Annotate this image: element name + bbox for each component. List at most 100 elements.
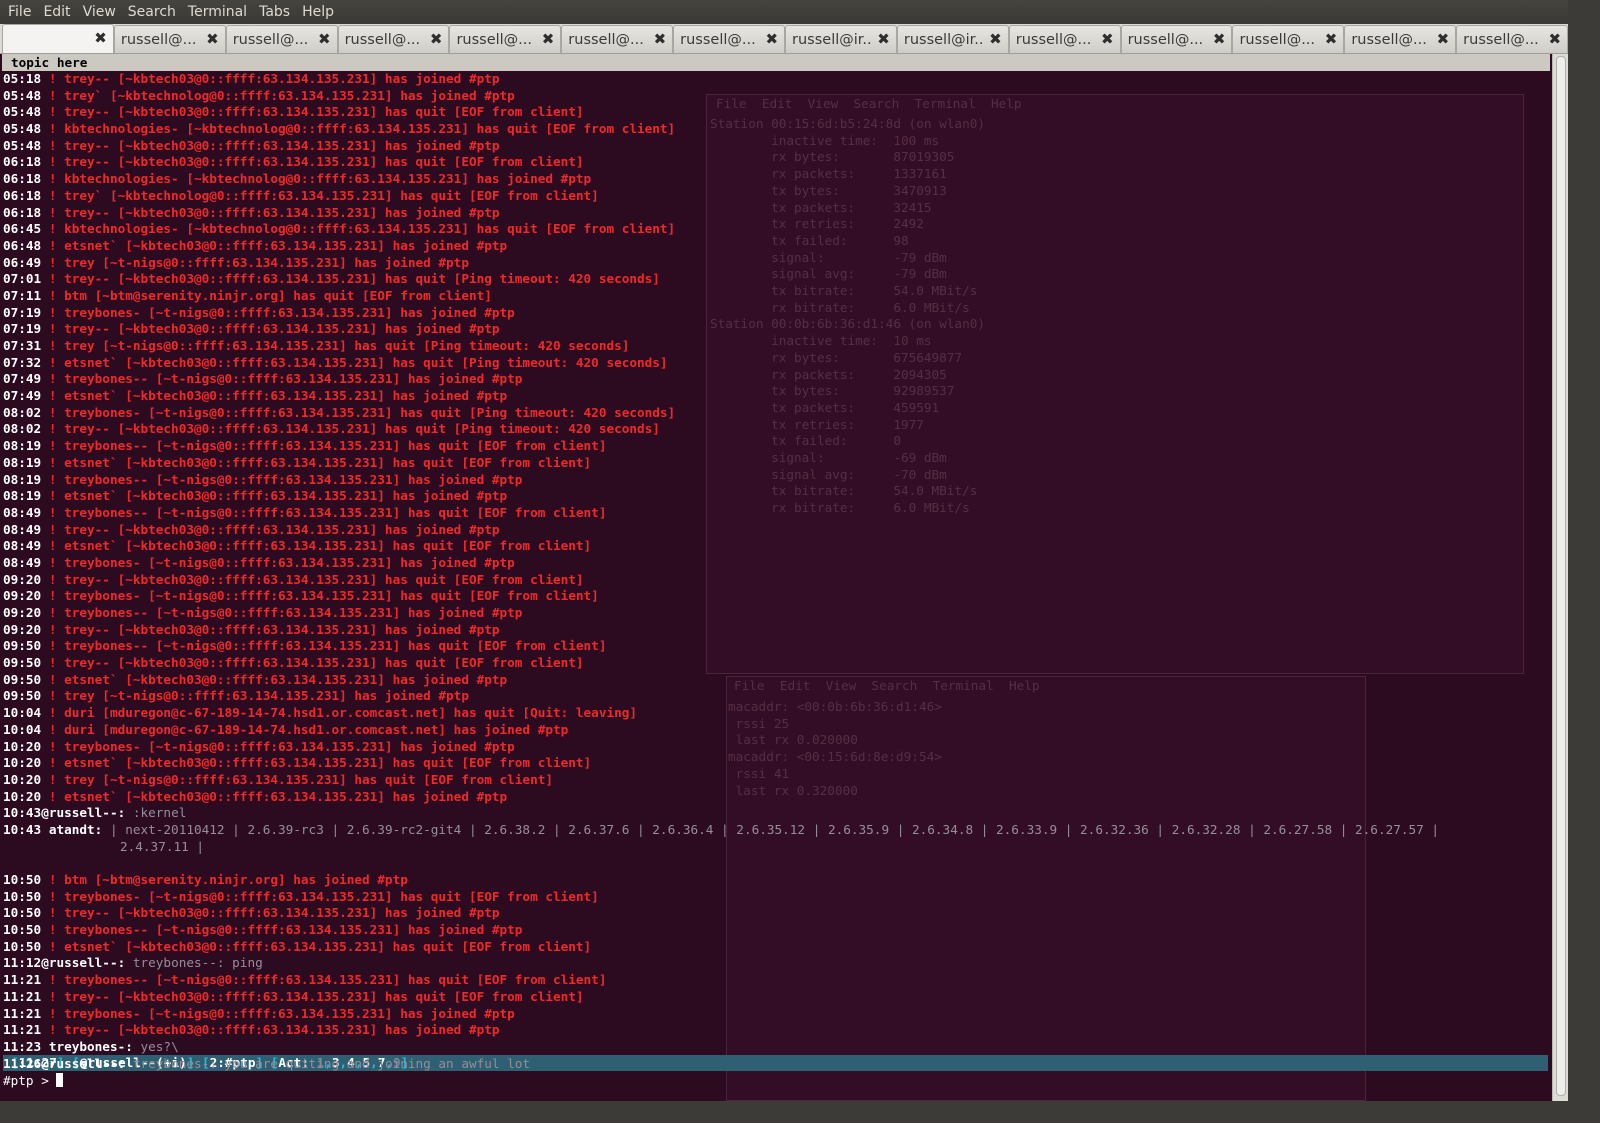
event-text: ! treybones-- [~t-nigs@0::ffff:63.134.13… (41, 605, 523, 620)
menu-view[interactable]: View (77, 0, 122, 24)
tab-11[interactable]: russell@... ✖ (1232, 25, 1345, 53)
event-text: ! trey [~t-nigs@0::ffff:63.134.135.231] … (41, 771, 553, 787)
log-line: 10:50 ! treybones-- [~t-nigs@0::ffff:63.… (3, 922, 1548, 939)
tab-2[interactable]: russell@... ✖ (225, 25, 338, 53)
close-icon[interactable]: ✖ (1101, 31, 1114, 47)
log-line: 09:50 ! etsnet` [~kbtech03@0::ffff:63.13… (3, 672, 1548, 689)
close-icon[interactable]: ✖ (877, 31, 890, 47)
menu-edit[interactable]: Edit (37, 0, 76, 24)
message-text: | next-20110412 | 2.6.39-rc3 | 2.6.39-rc… (102, 821, 1440, 837)
timestamp: 11:21 (3, 988, 42, 1004)
nick: @russell--: (41, 955, 126, 971)
timestamp: 05:48 (3, 137, 42, 153)
tab-12[interactable]: russell@... ✖ (1344, 25, 1457, 53)
tab-label: russell@... (1239, 31, 1316, 48)
event-text: ! treybones-- [~t-nigs@0::ffff:63.134.13… (41, 371, 523, 387)
tab-6[interactable]: russell@... ✖ (673, 25, 786, 53)
event-text: ! trey-- [~kbtech03@0::ffff:63.134.135.2… (41, 905, 500, 921)
timestamp: 09:20 (3, 605, 42, 620)
timestamp: 09:50 (3, 655, 42, 671)
terminal-view[interactable]: File Edit View Search Terminal Help Stat… (0, 54, 1552, 1101)
event-text: ! trey-- [~kbtech03@0::ffff:63.134.135.2… (41, 421, 660, 437)
message-continuation: 2.4.37.11 | (120, 838, 205, 854)
close-icon[interactable]: ✖ (94, 30, 107, 46)
menu-help[interactable]: Help (296, 0, 340, 24)
timestamp: 07:01 (3, 271, 42, 287)
timestamp: 05:18 (3, 71, 42, 86)
scrollbar[interactable] (1552, 54, 1568, 1101)
log-line: 07:01 ! trey-- [~kbtech03@0::ffff:63.134… (3, 271, 1548, 288)
log-line: 10:20 ! treybones- [~t-nigs@0::ffff:63.1… (3, 739, 1548, 756)
close-icon[interactable]: ✖ (542, 31, 555, 47)
event-text: ! treybones-- [~t-nigs@0::ffff:63.134.13… (41, 504, 607, 520)
close-icon[interactable]: ✖ (1548, 31, 1561, 47)
log-line: 08:49 ! treybones-- [~t-nigs@0::ffff:63.… (3, 505, 1548, 522)
close-icon[interactable]: ✖ (430, 31, 443, 47)
event-text: ! treybones- [~t-nigs@0::ffff:63.134.135… (41, 888, 599, 904)
log-line: 08:19 ! etsnet` [~kbtech03@0::ffff:63.13… (3, 488, 1548, 505)
tab-1[interactable]: russell@... ✖ (113, 25, 226, 53)
input-line[interactable]: #ptp > (3, 1072, 64, 1089)
tab-label: russell@... (1351, 31, 1427, 48)
log-line: 10:20 ! etsnet` [~kbtech03@0::ffff:63.13… (3, 755, 1548, 772)
event-text: ! trey-- [~kbtech03@0::ffff:63.134.135.2… (41, 521, 500, 537)
event-text: ! treybones-- [~t-nigs@0::ffff:63.134.13… (41, 638, 607, 654)
tab-3[interactable]: russell@... ✖ (337, 25, 450, 53)
timestamp: 11:21 (3, 1005, 42, 1021)
tab-10[interactable]: russell@... ✖ (1120, 25, 1233, 53)
event-text: ! trey-- [~kbtech03@0::ffff:63.134.135.2… (41, 1022, 500, 1038)
close-icon[interactable]: ✖ (765, 31, 778, 47)
timestamp: 06:18 (3, 171, 42, 187)
close-icon[interactable]: ✖ (1325, 31, 1338, 47)
event-text: ! etsnet` [~kbtech03@0::ffff:63.134.135.… (41, 454, 592, 470)
log-line: 06:49 ! trey [~t-nigs@0::ffff:63.134.135… (3, 255, 1548, 272)
event-text: ! trey-- [~kbtech03@0::ffff:63.134.135.2… (41, 271, 660, 287)
event-text: ! treybones- [~t-nigs@0::ffff:63.134.135… (41, 304, 515, 320)
menu-terminal[interactable]: Terminal (182, 0, 253, 24)
event-text: ! etsnet` [~kbtech03@0::ffff:63.134.135.… (41, 755, 592, 771)
log-line: 06:18 ! kbtechnologies- [~kbtechnolog@0:… (3, 171, 1548, 188)
log-line: 05:48 ! trey` [~kbtechnolog@0::ffff:63.1… (3, 88, 1548, 105)
event-text: ! treybones- [~t-nigs@0::ffff:63.134.135… (41, 404, 676, 420)
tab-4[interactable]: russell@... ✖ (449, 25, 562, 53)
event-text: ! trey-- [~kbtech03@0::ffff:63.134.135.2… (41, 321, 500, 337)
event-text: ! etsnet` [~kbtech03@0::ffff:63.134.135.… (41, 488, 508, 504)
menu-tabs[interactable]: Tabs (253, 0, 296, 24)
timestamp: 08:49 (3, 521, 42, 537)
timestamp: 08:19 (3, 454, 42, 470)
tab-5[interactable]: russell@... ✖ (561, 25, 674, 53)
timestamp: 06:18 (3, 204, 42, 220)
tab-9[interactable]: russell@... ✖ (1008, 25, 1121, 53)
event-text: ! trey [~t-nigs@0::ffff:63.134.135.231] … (41, 338, 630, 353)
timestamp: 06:48 (3, 237, 42, 253)
tab-13[interactable]: russell@... ✖ (1456, 25, 1569, 53)
log-line: 07:11 ! btm [~btm@serenity.ninjr.org] ha… (3, 288, 1548, 305)
event-text: ! etsnet` [~kbtech03@0::ffff:63.134.135.… (41, 788, 508, 804)
event-text: ! trey-- [~kbtech03@0::ffff:63.134.135.2… (41, 204, 500, 220)
log-line: 07:49 ! treybones-- [~t-nigs@0::ffff:63.… (3, 371, 1548, 388)
log-line: 06:18 ! trey` [~kbtechnolog@0::ffff:63.1… (3, 188, 1548, 205)
close-icon[interactable]: ✖ (654, 31, 667, 47)
timestamp: 08:02 (3, 404, 42, 420)
tab-8[interactable]: russell@ir... ✖ (896, 25, 1009, 53)
timestamp: 09:50 (3, 638, 42, 654)
close-icon[interactable]: ✖ (1213, 31, 1226, 47)
event-text: ! treybones-- [~t-nigs@0::ffff:63.134.13… (41, 471, 523, 487)
close-icon[interactable]: ✖ (206, 31, 219, 47)
tab-0[interactable]: ✖ (2, 24, 114, 53)
event-text: ! trey-- [~kbtech03@0::ffff:63.134.135.2… (41, 154, 584, 170)
timestamp: 10:20 (3, 771, 42, 787)
close-icon[interactable]: ✖ (989, 31, 1002, 47)
event-text: ! etsnet` [~kbtech03@0::ffff:63.134.135.… (41, 354, 668, 370)
tab-7[interactable]: russell@ir... ✖ (785, 25, 897, 53)
menu-file[interactable]: File (2, 0, 37, 24)
log-line: 07:49 ! etsnet` [~kbtech03@0::ffff:63.13… (3, 388, 1548, 405)
close-icon[interactable]: ✖ (318, 31, 331, 47)
log-line: 10:04 ! duri [mduregon@c-67-189-14-74.hs… (3, 705, 1548, 722)
timestamp: 06:18 (3, 187, 42, 203)
menu-search[interactable]: Search (122, 0, 182, 24)
timestamp: 06:49 (3, 254, 42, 270)
close-icon[interactable]: ✖ (1437, 31, 1450, 47)
scrollbar-thumb[interactable] (1556, 56, 1566, 1096)
menu-bar: File Edit View Search Terminal Tabs Help (0, 0, 1568, 24)
